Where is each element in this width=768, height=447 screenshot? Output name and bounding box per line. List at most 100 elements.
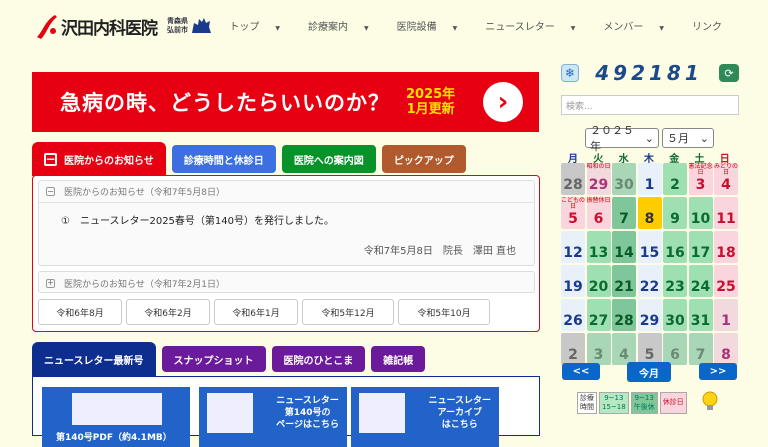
year-select[interactable]: ２０２５年 ⌄ [585,124,659,153]
calendar-day[interactable]: 1 [714,299,738,331]
card-line: 第140号の [284,408,331,418]
next-month-button[interactable]: >> [699,363,737,380]
calendar-day[interactable]: 昭和の日 29 [586,163,611,195]
calendar-day[interactable]: 22 [637,265,662,297]
archive-tab[interactable]: 令和6年8月 [38,299,122,325]
collapse-icon[interactable]: − [46,187,55,196]
tab-notebook[interactable]: 雑記帳 [371,346,426,372]
site-header: 沢田内科医院 青森県 弘前市 トップ ▼ 診療案内 ▼ 医院設備 ▼ ニュースレター ▼ メンバー… [0,0,768,52]
legend-line: 午後休 [633,403,655,411]
tab-clinic-news[interactable]: − 医院からのお知らせ [32,142,166,176]
calendar-day[interactable]: 4 [612,333,636,365]
day-number: 3 [695,177,706,193]
calendar-day[interactable]: 2 [561,333,585,365]
newsletter-pdf-card[interactable]: 第140号PDF（約4.1MB） [42,387,190,447]
holiday-label: 憲法記念日 [688,163,713,176]
day-number: 7 [619,211,629,227]
calendar-day[interactable]: 憲法記念日 3 [688,163,713,195]
tab-hours[interactable]: 診療時間と休診日 [171,145,276,173]
tab-pickup[interactable]: ピックアップ [381,145,466,173]
site-logo[interactable]: 沢田内科医院 青森県 弘前市 [33,12,223,40]
day-number: 12 [563,245,583,261]
calendar-day[interactable]: 18 [714,231,738,263]
calendar-day[interactable]: 17 [688,231,713,263]
nav-item-1[interactable]: 診療案内 ▼ [294,18,383,33]
calendar-day[interactable]: 27 [586,299,611,331]
banner-arrow-icon[interactable]: › [483,82,523,122]
nav-item-5[interactable]: リンク [678,18,736,33]
calendar-day[interactable]: 16 [663,231,687,263]
day-number: 4 [619,347,629,363]
calendar-day[interactable]: 23 [663,265,687,297]
calendar-day[interactable]: 8 [637,197,662,229]
calendar-day[interactable]: 31 [688,299,713,331]
weekday-label: 木 [643,154,654,165]
calendar-day[interactable]: 28 [561,163,585,195]
calendar-day[interactable]: 6 [663,333,687,365]
minus-icon: − [44,152,57,166]
calendar-day[interactable]: 1 [637,163,662,195]
calendar-day[interactable]: 21 [612,265,636,297]
month-select[interactable]: ５月 ⌄ [662,128,714,148]
expand-icon[interactable]: + [46,278,55,288]
tab-map[interactable]: 医院への案内図 [281,145,376,173]
legend-full-day: 9~13 15~18 [599,392,629,414]
day-number: 8 [644,211,655,227]
day-number: 22 [639,279,660,295]
calendar-day[interactable]: 12 [561,231,585,263]
news-item-header[interactable]: + 医院からのお知らせ（令和7年2月1日） [39,272,534,294]
banner-update: 2025年 1月更新 [406,87,455,117]
calendar-day[interactable]: 30 [663,299,687,331]
newsletter-archive-card[interactable]: ニュースレター アーカイブ はこちら [351,387,499,447]
snowflake-icon: ❄ [561,64,579,82]
archive-tab[interactable]: 令和5年10月 [398,299,490,325]
calendar-day[interactable]: 25 [714,265,738,297]
tab-newsletter-latest[interactable]: ニュースレター最新号 [32,342,156,376]
calendar-day[interactable]: 3 [586,333,611,365]
search-input[interactable]: 検索... [561,95,739,115]
calendar-day[interactable]: こどもの日 5 [561,197,585,229]
news-item-header[interactable]: − 医院からのお知らせ（令和7年5月8日） [39,181,534,203]
calendar-day[interactable]: 9 [663,197,687,229]
calendar-day[interactable]: 20 [586,265,611,297]
emergency-banner[interactable]: 急病の時、どうしたらいいのか？ 2025年 1月更新 › [32,72,539,132]
nav-item-0[interactable]: トップ ▼ [215,18,294,33]
nav-item-2[interactable]: 医院設備 ▼ [383,18,472,33]
calendar-day[interactable]: 7 [612,197,636,229]
calendar-day[interactable]: 8 [714,333,738,365]
calendar-day[interactable]: 10 [688,197,713,229]
calendar-day[interactable]: 19 [561,265,585,297]
calendar-day[interactable]: 30 [612,163,636,195]
legend-line: 9~13 [604,394,624,402]
tab-snapshot[interactable]: スナップショット [161,346,266,372]
calendar-day[interactable]: 24 [688,265,713,297]
current-month-button[interactable]: 今月 [627,362,671,382]
prev-month-button[interactable]: << [562,363,600,380]
clinic-mark-icon [33,13,59,39]
calendar-day[interactable]: 29 [637,299,662,331]
archive-tab[interactable]: 令和5年12月 [302,299,394,325]
calendar-day[interactable]: 5 [637,333,662,365]
tab-clinic-moments[interactable]: 医院のひとこま [271,346,366,372]
counter-value: 492181 [595,61,703,85]
day-number: 26 [563,313,583,329]
day-number: 11 [716,211,736,227]
calendar-day[interactable]: 振替休日 6 [586,197,611,229]
archive-tab[interactable]: 令和6年2月 [126,299,210,325]
calendar-day[interactable]: 13 [586,231,611,263]
day-number: 28 [614,313,634,329]
calendar-day[interactable]: 14 [612,231,636,263]
calendar-day[interactable]: みどりの日 4 [714,163,738,195]
calendar-day[interactable]: 2 [663,163,687,195]
calendar-day[interactable]: 26 [561,299,585,331]
calendar-weekdays: 月火水木金土日 [561,150,739,165]
calendar-day[interactable]: 11 [714,197,738,229]
newsletter-page-card[interactable]: ニュースレター 第140号の ページはこちら [199,387,347,447]
archive-tab[interactable]: 令和6年1月 [214,299,298,325]
calendar-day[interactable]: 15 [637,231,662,263]
calendar-day[interactable]: 28 [612,299,636,331]
day-number: 2 [670,177,680,193]
calendar-day[interactable]: 7 [688,333,713,365]
nav-item-3[interactable]: ニュースレター ▼ [471,18,589,33]
nav-item-4[interactable]: メンバー ▼ [589,18,678,33]
